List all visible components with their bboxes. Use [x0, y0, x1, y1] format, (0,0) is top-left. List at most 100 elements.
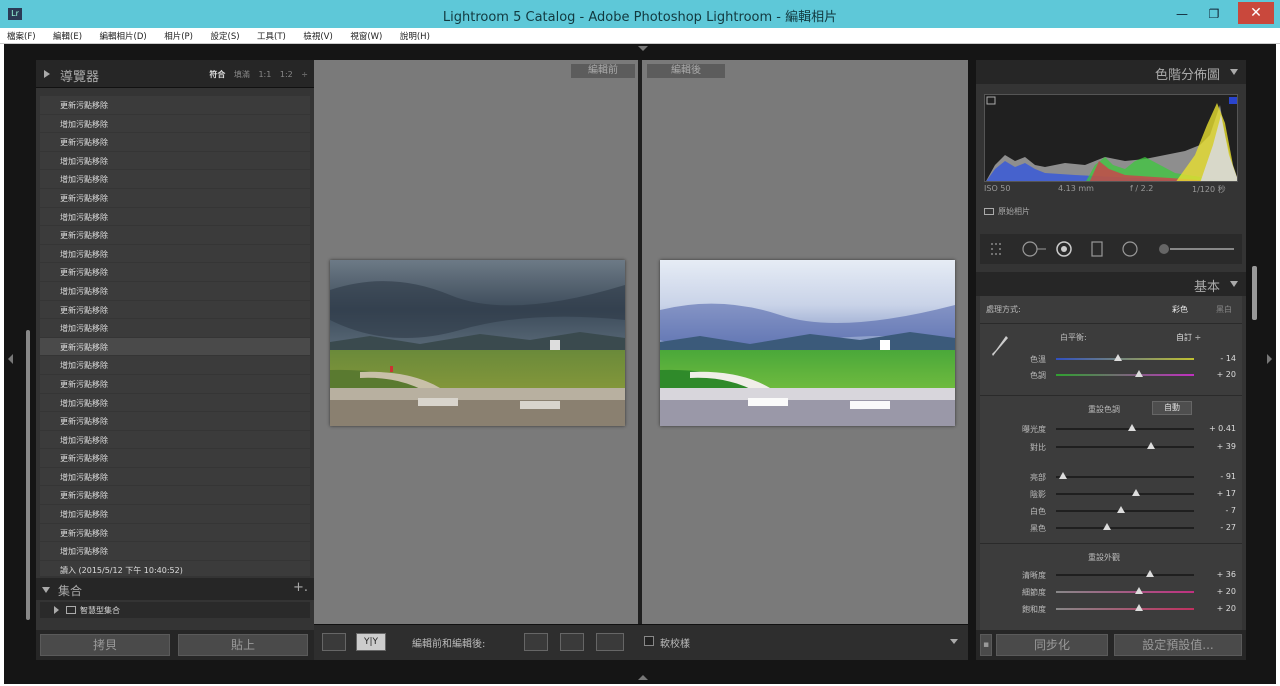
left-panel-toggle-icon[interactable]: [8, 354, 13, 364]
shadows-slider[interactable]: [1056, 489, 1194, 496]
zoom-fill[interactable]: 填滿: [234, 70, 250, 79]
history-item[interactable]: 更新污點移除: [40, 375, 310, 394]
clarity-slider[interactable]: [1056, 570, 1194, 577]
loupe-view-button[interactable]: [322, 633, 346, 651]
collections-header[interactable]: 集合 +.: [36, 578, 314, 600]
zoom-stepper-icon[interactable]: ÷: [301, 70, 308, 79]
history-item[interactable]: 增加污點移除: [40, 282, 310, 301]
sync-button[interactable]: 同步化: [996, 634, 1108, 656]
reset-presence-label[interactable]: 重設外觀: [1088, 552, 1120, 563]
before-photo[interactable]: [330, 260, 625, 426]
reset-tone-label[interactable]: 重設色調: [1088, 404, 1120, 415]
whites-slider-thumb[interactable]: [1116, 506, 1125, 513]
navigator-header[interactable]: 導覽器 符合 填滿 1:1 1:2 ÷: [36, 60, 314, 88]
white-balance-preset-dropdown[interactable]: 自訂 ÷: [1176, 332, 1201, 343]
soft-proof-checkbox[interactable]: [644, 636, 654, 646]
smart-collection-item[interactable]: 智慧型集合: [40, 602, 310, 618]
swap-before-after-button[interactable]: [596, 633, 624, 651]
history-item[interactable]: 更新污點移除: [40, 226, 310, 245]
minimize-button[interactable]: —: [1168, 4, 1196, 24]
after-photo[interactable]: [660, 260, 955, 426]
whites-slider[interactable]: [1056, 506, 1194, 513]
top-panel-toggle-icon[interactable]: [638, 46, 648, 51]
history-item[interactable]: 增加污點移除: [40, 431, 310, 450]
add-collection-button[interactable]: +.: [293, 580, 308, 595]
history-item[interactable]: 更新污點移除: [40, 337, 310, 357]
history-scrollbar[interactable]: [26, 330, 30, 620]
menu-window[interactable]: 視窗(W): [343, 28, 389, 42]
paste-button[interactable]: 貼上: [178, 634, 308, 656]
menu-develop[interactable]: 編輯相片(D): [93, 28, 154, 42]
zoom-1-2[interactable]: 1:2: [280, 70, 293, 79]
contrast-slider-thumb[interactable]: [1147, 442, 1156, 449]
zoom-fit[interactable]: 符合: [209, 70, 225, 79]
right-panel-toggle-icon[interactable]: [1267, 354, 1272, 364]
expand-arrow-icon[interactable]: [54, 606, 59, 614]
original-photo-toggle[interactable]: 原始相片: [984, 206, 1030, 217]
history-item[interactable]: 更新污點移除: [40, 133, 310, 152]
history-item[interactable]: 增加污點移除: [40, 468, 310, 487]
clarity-slider-thumb[interactable]: [1145, 570, 1154, 577]
reset-defaults-button[interactable]: 設定預設值...: [1114, 634, 1242, 656]
menu-settings[interactable]: 設定(S): [204, 28, 247, 42]
maximize-button[interactable]: ❐: [1200, 4, 1228, 24]
history-item[interactable]: 增加污點移除: [40, 208, 310, 227]
history-item[interactable]: 增加污點移除: [40, 152, 310, 171]
auto-tone-button[interactable]: 自動: [1152, 401, 1192, 415]
histogram-header[interactable]: 色階分佈圖: [976, 60, 1246, 84]
treatment-bw-option[interactable]: 黑白: [1216, 304, 1232, 315]
toolbar-dropdown-icon[interactable]: [950, 639, 958, 644]
before-after-yy-button[interactable]: Y|Y: [356, 633, 386, 651]
menu-help[interactable]: 說明(H): [393, 28, 437, 42]
swap-settings-right-button[interactable]: [560, 633, 584, 651]
exposure-slider[interactable]: [1056, 424, 1194, 431]
blacks-slider[interactable]: [1056, 523, 1194, 530]
menu-view[interactable]: 檢視(V): [296, 28, 339, 42]
history-item[interactable]: 更新污點移除: [40, 524, 310, 543]
menu-file[interactable]: 檔案(F): [0, 28, 43, 42]
treatment-color-option[interactable]: 彩色: [1172, 304, 1188, 315]
history-item[interactable]: 更新污點移除: [40, 189, 310, 208]
history-item[interactable]: 更新污點移除: [40, 263, 310, 282]
basic-header[interactable]: 基本: [976, 272, 1246, 296]
shadows-slider-thumb[interactable]: [1132, 489, 1141, 496]
vibrance-slider[interactable]: [1056, 587, 1194, 594]
zoom-1-1[interactable]: 1:1: [258, 70, 271, 79]
tint-slider-thumb[interactable]: [1134, 370, 1143, 377]
exposure-slider-thumb[interactable]: [1127, 424, 1136, 431]
temp-slider-thumb[interactable]: [1114, 354, 1123, 361]
history-item[interactable]: 增加污點移除: [40, 245, 310, 264]
filmstrip-toggle-icon[interactable]: [638, 675, 648, 680]
highlights-slider[interactable]: [1056, 472, 1194, 479]
highlights-slider-thumb[interactable]: [1058, 472, 1067, 479]
close-button[interactable]: ✕: [1238, 2, 1274, 24]
history-item[interactable]: 增加污點移除: [40, 356, 310, 375]
history-item[interactable]: 增加污點移除: [40, 542, 310, 561]
history-item[interactable]: 更新污點移除: [40, 486, 310, 506]
sync-mode-switch[interactable]: ▪: [980, 634, 992, 656]
copy-button[interactable]: 拷貝: [40, 634, 170, 656]
vibrance-slider-thumb[interactable]: [1134, 587, 1143, 594]
history-item[interactable]: 增加污點移除: [40, 505, 310, 524]
saturation-slider[interactable]: [1056, 604, 1194, 611]
history-item[interactable]: 更新污點移除: [40, 96, 310, 115]
right-panel-scrollbar[interactable]: [1252, 266, 1257, 320]
menu-tools[interactable]: 工具(T): [250, 28, 293, 42]
menu-photo[interactable]: 相片(P): [157, 28, 200, 42]
history-import-item[interactable]: 讀入 (2015/5/12 下午 10:40:52): [40, 561, 310, 576]
menu-edit[interactable]: 編輯(E): [46, 28, 89, 42]
original-photo-checkbox[interactable]: [984, 208, 994, 215]
saturation-slider-thumb[interactable]: [1134, 604, 1143, 611]
history-item[interactable]: 更新污點移除: [40, 412, 310, 431]
history-item[interactable]: 增加污點移除: [40, 394, 310, 413]
temp-slider[interactable]: [1056, 354, 1194, 361]
contrast-slider[interactable]: [1056, 442, 1194, 449]
history-item[interactable]: 更新污點移除: [40, 301, 310, 320]
tint-slider[interactable]: [1056, 370, 1194, 377]
blacks-slider-thumb[interactable]: [1103, 523, 1112, 530]
history-item[interactable]: 增加污點移除: [40, 115, 310, 134]
history-item[interactable]: 增加污點移除: [40, 170, 310, 189]
swap-settings-left-button[interactable]: [524, 633, 548, 651]
history-item[interactable]: 更新污點移除: [40, 449, 310, 468]
history-item[interactable]: 增加污點移除: [40, 319, 310, 338]
